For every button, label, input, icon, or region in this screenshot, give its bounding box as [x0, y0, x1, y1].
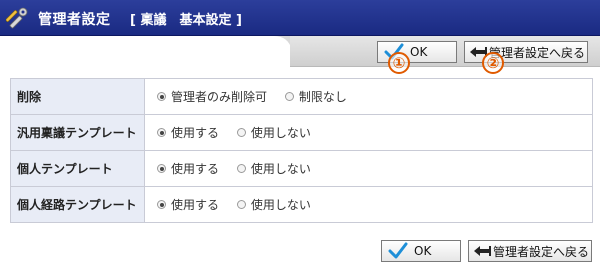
radio-button[interactable]	[284, 92, 294, 101]
radio-option[interactable]: 使用しない	[236, 196, 311, 213]
back-label: 管理者設定へ戻る	[493, 244, 590, 259]
option-label: 使用する	[171, 162, 220, 176]
radio-button[interactable]	[157, 128, 166, 137]
radio-button[interactable]	[236, 200, 246, 209]
option-label: 管理者のみ削除可	[171, 90, 268, 104]
annotation-marker-2: ②	[482, 52, 504, 74]
back-arrow-icon	[474, 246, 491, 256]
radio-button[interactable]	[236, 164, 246, 173]
radio-option[interactable]: 使用する	[157, 160, 219, 177]
toolbar: OK 管理者設定へ戻る ① ②	[0, 36, 600, 74]
radio-option[interactable]: 使用する	[157, 124, 219, 141]
row-label: 個人経路テンプレート	[10, 186, 145, 223]
radio-option[interactable]: 制限なし	[284, 88, 347, 105]
radio-option[interactable]: 使用する	[157, 196, 219, 213]
radio-button[interactable]	[157, 164, 166, 173]
row-options: 管理者のみ削除可 制限なし	[144, 78, 593, 115]
settings-table: 削除 管理者のみ削除可 制限なし 汎用稟議テンプレート 使用する 使用しない 個…	[10, 78, 593, 223]
back-label: 管理者設定へ戻る	[489, 45, 586, 60]
row-label: 削除	[10, 78, 145, 115]
radio-button[interactable]	[157, 200, 166, 209]
table-row: 削除 管理者のみ削除可 制限なし	[10, 78, 593, 115]
check-icon	[388, 242, 408, 259]
radio-option[interactable]: 使用しない	[236, 124, 311, 141]
option-label: 使用しない	[250, 126, 311, 140]
back-to-admin-button-bottom[interactable]: 管理者設定へ戻る	[468, 240, 592, 262]
ok-button-bottom[interactable]: OK	[381, 240, 461, 262]
tools-icon	[6, 7, 28, 29]
radio-button[interactable]	[157, 92, 166, 101]
table-row: 汎用稟議テンプレート 使用する 使用しない	[10, 114, 593, 151]
ok-label: OK	[410, 45, 428, 59]
title-bar: 管理者設定 [ 稟議 基本設定 ]	[0, 0, 600, 36]
table-row: 個人テンプレート 使用する 使用しない	[10, 150, 593, 187]
radio-option[interactable]: 管理者のみ削除可	[157, 88, 267, 105]
option-label: 使用しない	[250, 162, 311, 176]
row-options: 使用する 使用しない	[144, 186, 593, 223]
table-row: 個人経路テンプレート 使用する 使用しない	[10, 186, 593, 223]
ok-label: OK	[414, 244, 432, 258]
radio-button[interactable]	[236, 128, 246, 137]
row-label: 汎用稟議テンプレート	[10, 114, 145, 151]
option-label: 使用する	[171, 126, 220, 140]
option-label: 制限なし	[298, 90, 347, 104]
page-title: 管理者設定	[38, 12, 111, 28]
annotation-marker-1: ①	[388, 52, 410, 74]
row-label: 個人テンプレート	[10, 150, 145, 187]
page-subtitle: [ 稟議 基本設定 ]	[130, 13, 242, 28]
option-label: 使用しない	[250, 198, 311, 212]
radio-option[interactable]: 使用しない	[236, 160, 311, 177]
option-label: 使用する	[171, 198, 220, 212]
row-options: 使用する 使用しない	[144, 150, 593, 187]
row-options: 使用する 使用しない	[144, 114, 593, 151]
